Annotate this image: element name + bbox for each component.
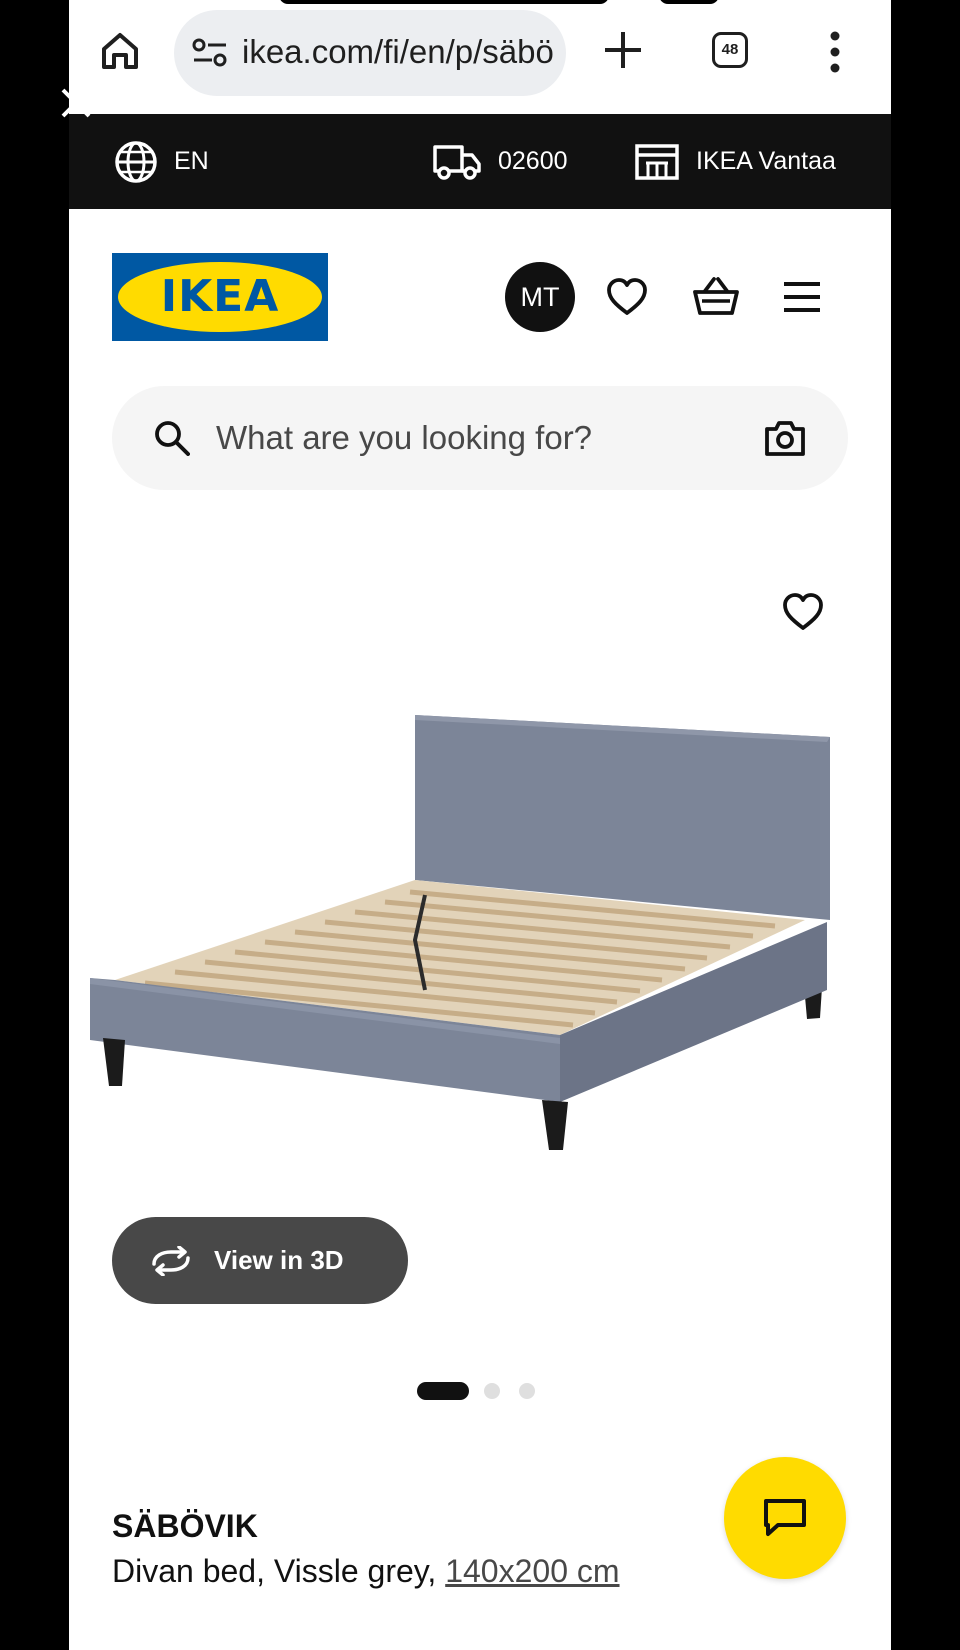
product-description: Divan bed, Vissle grey, 140x200 cm <box>112 1553 620 1590</box>
language-selector[interactable]: EN <box>114 114 209 209</box>
address-bar[interactable]: ikea.com/fi/en/p/säbövik-divan-bed <box>174 10 566 96</box>
account-avatar[interactable]: MT <box>505 262 575 332</box>
more-vert-icon[interactable] <box>829 30 841 74</box>
ikea-logo[interactable]: IKEA <box>112 253 328 341</box>
product-size-link[interactable]: 140x200 cm <box>445 1553 619 1589</box>
camera-search-icon[interactable] <box>764 419 806 457</box>
shopping-bag-icon[interactable] <box>692 273 740 321</box>
postcode-label: 02600 <box>498 147 568 175</box>
rotate-3d-icon <box>152 1245 190 1276</box>
store-icon <box>635 143 679 180</box>
close-icon[interactable] <box>59 86 93 120</box>
menu-icon[interactable] <box>782 280 822 314</box>
view-in-3d-label: View in 3D <box>214 1245 344 1275</box>
tab-switcher-button[interactable]: 48 <box>712 32 748 68</box>
delivery-truck-icon <box>433 144 481 180</box>
new-tab-icon[interactable] <box>601 28 645 72</box>
logo-text: IKEA <box>160 271 280 322</box>
search-bar[interactable] <box>112 386 848 490</box>
site-settings-icon[interactable] <box>192 38 228 68</box>
store-selector[interactable]: IKEA Vantaa <box>634 114 836 209</box>
chat-button[interactable] <box>724 1457 846 1579</box>
carousel-dot[interactable] <box>519 1383 535 1399</box>
chat-bubble-icon <box>764 1499 806 1536</box>
globe-icon <box>115 140 157 183</box>
product-image[interactable] <box>85 700 885 1170</box>
postcode-selector[interactable]: 02600 <box>432 114 568 209</box>
language-label: EN <box>174 147 209 175</box>
carousel-dot[interactable] <box>484 1383 500 1399</box>
status-bar-cutout <box>279 0 609 4</box>
phone-screen: ikea.com/fi/en/p/säbövik-divan-bed 48 EN <box>69 0 891 1650</box>
product-name: SÄBÖVIK <box>112 1508 258 1544</box>
carousel-dot-active[interactable] <box>417 1382 469 1400</box>
heart-icon[interactable] <box>782 592 824 632</box>
url-text[interactable]: ikea.com/fi/en/p/säbövik-divan-bed <box>242 32 554 72</box>
view-in-3d-button[interactable]: View in 3D <box>112 1217 408 1304</box>
status-bar-cutout <box>659 0 719 4</box>
browser-toolbar: ikea.com/fi/en/p/säbövik-divan-bed 48 <box>69 0 891 114</box>
top-info-bar: EN 02600 IKEA Vantaa <box>69 114 891 209</box>
product-description-text: Divan bed, Vissle grey, <box>112 1553 437 1589</box>
search-icon <box>155 421 190 456</box>
heart-icon[interactable] <box>605 275 649 319</box>
search-input[interactable] <box>216 416 716 460</box>
store-label: IKEA Vantaa <box>696 147 836 175</box>
home-icon[interactable] <box>99 30 141 72</box>
